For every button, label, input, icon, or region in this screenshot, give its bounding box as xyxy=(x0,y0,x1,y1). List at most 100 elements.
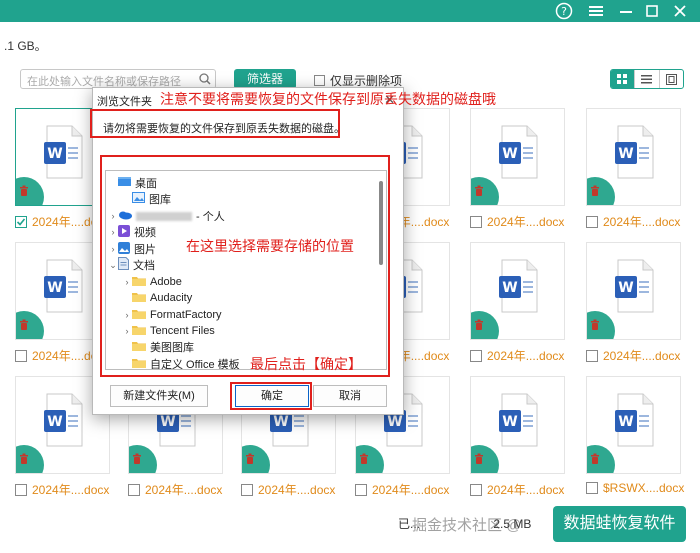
checkbox-icon[interactable] xyxy=(470,483,482,496)
checkbox-icon[interactable] xyxy=(586,215,598,228)
svg-text:?: ? xyxy=(561,5,567,18)
recover-button[interactable]: 数据蛙恢复软件 xyxy=(553,506,686,542)
trash-icon xyxy=(591,319,599,330)
word-doc-icon: W xyxy=(499,125,538,179)
svg-text:W: W xyxy=(387,414,402,430)
deleted-badge xyxy=(587,311,615,339)
watermark: 掘金技术社区 @ xyxy=(412,517,522,534)
maximize-icon[interactable] xyxy=(642,1,662,21)
trash-icon xyxy=(591,185,599,196)
detail-view-button[interactable] xyxy=(660,70,683,88)
svg-text:W: W xyxy=(618,280,633,296)
trash-icon xyxy=(475,185,483,196)
file-name-row[interactable]: 2024年....docx xyxy=(355,481,470,498)
file-card[interactable]: W xyxy=(586,376,681,474)
ok-highlight-box xyxy=(230,382,312,410)
view-switcher xyxy=(610,69,684,89)
trash-icon xyxy=(246,453,254,464)
file-card[interactable]: W xyxy=(586,242,681,340)
trash-icon xyxy=(20,185,28,196)
svg-text:W: W xyxy=(618,414,633,430)
checkbox-icon[interactable] xyxy=(470,349,482,362)
search-icon[interactable] xyxy=(199,73,211,85)
minimize-icon[interactable] xyxy=(616,1,636,21)
file-card[interactable]: W xyxy=(470,242,565,340)
file-card[interactable]: W xyxy=(470,376,565,474)
file-name: 2024年....docx xyxy=(372,483,450,497)
grid-icon xyxy=(617,73,628,84)
file-name-row[interactable]: 2024年....docx xyxy=(15,481,130,498)
cancel-button[interactable]: 取消 xyxy=(313,385,387,407)
search-input[interactable]: 在此处输入文件名称或保存路径 xyxy=(20,69,216,89)
checked-checkbox-icon[interactable] xyxy=(15,215,27,228)
svg-text:W: W xyxy=(273,414,288,430)
file-name: 2024年....docx xyxy=(487,349,565,363)
word-doc-icon: W xyxy=(44,259,83,313)
checkbox-icon[interactable] xyxy=(470,215,482,228)
deleted-badge xyxy=(587,177,615,205)
checkbox-icon[interactable] xyxy=(241,483,253,496)
file-name-row[interactable]: 2024年....docx xyxy=(470,347,585,364)
deleted-badge xyxy=(587,445,615,473)
title-bar: ? xyxy=(0,0,700,22)
list-icon xyxy=(641,75,653,84)
checkbox-icon[interactable] xyxy=(586,482,598,494)
file-name-row[interactable]: 2024年....docx xyxy=(470,213,585,230)
word-doc-icon: W xyxy=(615,125,654,179)
detail-icon xyxy=(665,73,677,85)
filter-button[interactable]: 筛选器 xyxy=(234,69,296,89)
close-icon[interactable] xyxy=(670,1,690,21)
file-name: 2024年....docx xyxy=(603,215,681,229)
trash-icon xyxy=(591,453,599,464)
checkbox-icon[interactable] xyxy=(355,483,367,496)
file-name: 2024年....docx xyxy=(145,483,223,497)
click-ok-annotation: 最后点击【确定】 xyxy=(250,356,362,372)
file-name-row[interactable]: 2024年....docx xyxy=(586,347,700,364)
file-card[interactable]: W xyxy=(586,108,681,206)
list-view-button[interactable] xyxy=(635,70,660,88)
checkbox-icon[interactable] xyxy=(15,483,27,496)
file-name-row[interactable]: 2024年....docx xyxy=(128,481,243,498)
file-name-row[interactable]: $RSWX....docx xyxy=(586,481,700,495)
svg-text:W: W xyxy=(47,146,62,162)
deleted-badge xyxy=(356,445,384,473)
word-doc-icon: W xyxy=(499,393,538,447)
trash-icon xyxy=(475,319,483,330)
scan-size-text: .1 GB。 xyxy=(4,39,47,53)
help-icon[interactable]: ? xyxy=(554,1,574,21)
new-folder-button[interactable]: 新建文件夹(M) xyxy=(110,385,208,407)
svg-text:W: W xyxy=(502,280,517,296)
svg-text:W: W xyxy=(502,414,517,430)
trash-icon xyxy=(20,319,28,330)
checkbox-icon[interactable] xyxy=(586,349,598,362)
deleted-badge xyxy=(129,445,157,473)
file-name: 2024年....docx xyxy=(32,483,110,497)
file-name: $RSWX....docx xyxy=(603,481,685,495)
word-doc-icon: W xyxy=(499,259,538,313)
deleted-badge xyxy=(471,177,499,205)
svg-text:W: W xyxy=(618,146,633,162)
file-card[interactable]: W xyxy=(470,108,565,206)
deleted-badge xyxy=(471,445,499,473)
deleted-badge xyxy=(242,445,270,473)
trash-icon xyxy=(360,453,368,464)
deleted-badge xyxy=(16,445,44,473)
trash-icon xyxy=(133,453,141,464)
file-name: 2024年....docx xyxy=(603,349,681,363)
checkbox-icon[interactable] xyxy=(15,349,27,362)
grid-view-button[interactable] xyxy=(611,70,636,88)
word-doc-icon: W xyxy=(615,393,654,447)
file-name-row[interactable]: 2024年....docx xyxy=(241,481,356,498)
word-doc-icon: W xyxy=(615,259,654,313)
svg-text:W: W xyxy=(502,146,517,162)
trash-icon xyxy=(475,453,483,464)
checkbox-icon[interactable] xyxy=(128,483,140,496)
warning-annotation: 注意不要将需要恢复的文件保存到原丢失数据的磁盘哦 xyxy=(160,91,496,107)
file-name-row[interactable]: 2024年....docx xyxy=(470,481,585,498)
menu-icon[interactable] xyxy=(586,1,606,21)
choose-location-annotation: 在这里选择需要存储的位置 xyxy=(186,238,354,254)
file-name-row[interactable]: 2024年....docx xyxy=(586,213,700,230)
message-highlight-box xyxy=(90,109,340,138)
checkbox-icon[interactable] xyxy=(314,75,325,86)
tree-highlight-box xyxy=(100,155,390,377)
